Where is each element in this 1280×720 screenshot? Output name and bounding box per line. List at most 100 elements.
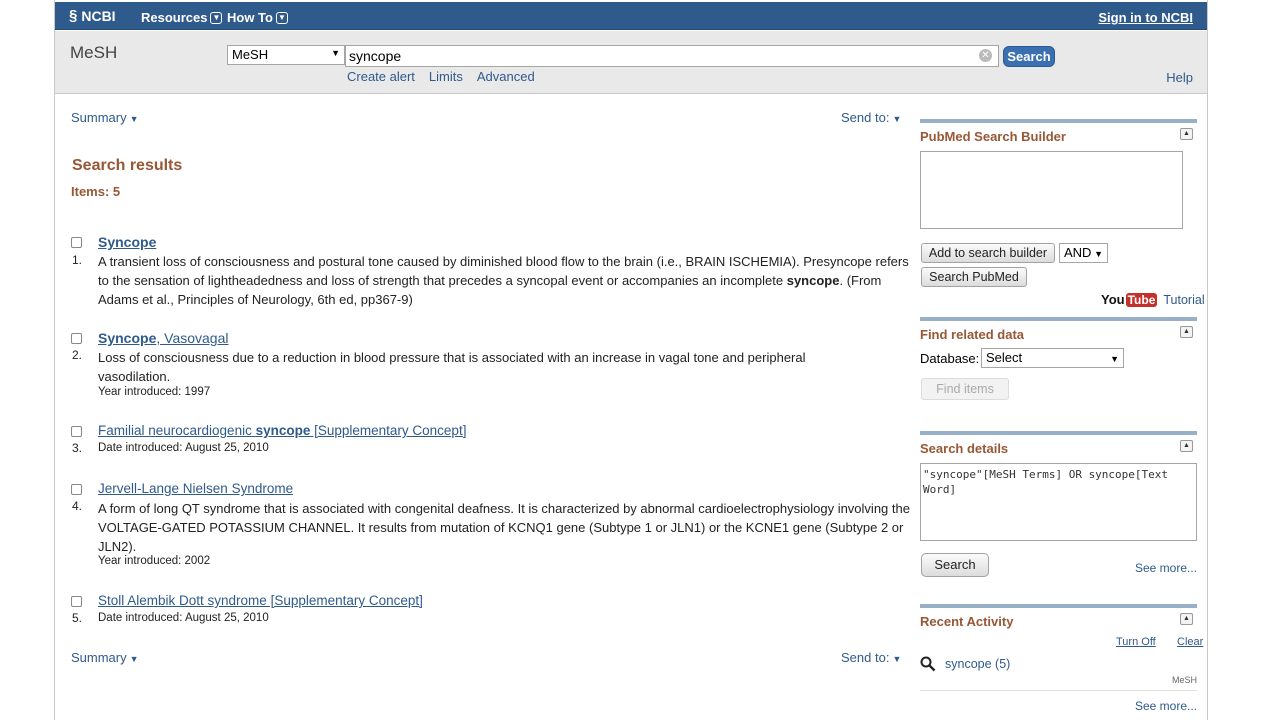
send-to-label: Send to: — [841, 110, 890, 125]
help-link[interactable]: Help — [1166, 70, 1193, 85]
result-number: 1. — [72, 253, 83, 267]
summary-format-menu-bottom[interactable]: Summary ▼ — [71, 650, 139, 665]
details-see-more-link[interactable]: See more... — [1135, 561, 1197, 575]
ncbi-logo-text: NCBI — [81, 7, 116, 24]
result-meta: Year introduced: 1997 — [98, 386, 211, 398]
dropdown-arrow-icon: ▼ — [1110, 354, 1119, 364]
caret-down-icon: ▼ — [892, 654, 902, 664]
activity-divider — [920, 690, 1197, 691]
tutorial-link: Tutorial — [1163, 292, 1205, 307]
panel-divider — [920, 431, 1197, 435]
create-alert-link[interactable]: Create alert — [347, 69, 415, 84]
chevron-down-icon: ▼ — [275, 11, 288, 24]
collapse-icon[interactable]: ▲ — [1180, 440, 1193, 452]
result-number: 2. — [72, 348, 83, 362]
add-to-builder-button[interactable]: Add to search builder — [921, 243, 1055, 263]
search-builder-textarea[interactable] — [920, 151, 1183, 229]
result-description: A transient loss of consciousness and po… — [98, 252, 913, 309]
result-checkbox[interactable] — [71, 484, 82, 495]
advanced-link[interactable]: Advanced — [477, 69, 535, 84]
recent-activity-panel: Recent Activity ▲ Turn Off Clear syncope… — [920, 604, 1203, 720]
resources-label: Resources — [141, 10, 208, 25]
title-text: , Vasovagal — [156, 330, 229, 346]
desc-text: Loss of consciousness due to a reduction… — [98, 350, 806, 384]
title-text: [Supplementary Concept] — [310, 423, 467, 438]
caret-down-icon: ▼ — [129, 654, 139, 664]
details-search-button[interactable]: Search — [921, 553, 989, 577]
database-select[interactable]: MeSH ▼ — [227, 45, 345, 65]
ncbi-logo[interactable]: § NCBI — [69, 7, 116, 24]
result-title-link[interactable]: Familial neurocardiogenic syncope [Suppl… — [98, 423, 466, 438]
search-input[interactable]: syncope ✕ — [345, 45, 999, 67]
result-title-link[interactable]: Jervell-Lange Nielsen Syndrome — [98, 481, 293, 496]
panel-title: PubMed Search Builder — [920, 129, 1066, 144]
clear-link[interactable]: Clear — [1177, 636, 1203, 648]
result-title-link[interactable]: Syncope — [98, 234, 156, 250]
result-title-link[interactable]: Syncope, Vasovagal — [98, 330, 228, 346]
search-builder-panel: PubMed Search Builder ▲ Add to search bu… — [920, 119, 1205, 314]
database-label: Database: — [920, 351, 980, 366]
result-meta: Date introduced: August 25, 2010 — [98, 442, 269, 454]
result-number: 3. — [72, 441, 83, 455]
database-select-value: MeSH — [232, 47, 269, 62]
howto-menu[interactable]: How To ▼ — [227, 10, 288, 25]
database-name: MeSH — [70, 43, 118, 62]
result-title-link[interactable]: Stoll Alembik Dott syndrome [Supplementa… — [98, 593, 423, 608]
result-checkbox[interactable] — [71, 237, 82, 248]
caret-down-icon: ▼ — [129, 114, 139, 124]
result-checkbox[interactable] — [71, 426, 82, 437]
howto-label: How To — [227, 10, 273, 25]
result-description: Loss of consciousness due to a reduction… — [98, 348, 868, 386]
related-database-select[interactable]: Select ▼ — [981, 348, 1124, 368]
result-checkbox[interactable] — [71, 596, 82, 607]
result-checkbox[interactable] — [71, 333, 82, 344]
search-button[interactable]: Search — [1003, 46, 1055, 67]
collapse-icon[interactable]: ▲ — [1180, 613, 1193, 625]
summary-label: Summary — [71, 650, 127, 665]
desc-highlight: syncope — [786, 273, 840, 288]
title-highlight: syncope — [255, 423, 311, 438]
panel-divider — [920, 317, 1197, 321]
result-number: 4. — [72, 499, 83, 513]
title-text: Familial neurocardiogenic — [98, 423, 256, 438]
related-database-value: Select — [986, 350, 1023, 365]
result-number: 5. — [72, 611, 83, 625]
sign-in-link[interactable]: Sign in to NCBI — [1098, 10, 1193, 25]
youtube-tutorial[interactable]: You Tube Tutorial — [1101, 292, 1205, 307]
result-description: A form of long QT syndrome that is assoc… — [98, 501, 910, 554]
summary-format-menu[interactable]: Summary ▼ — [71, 110, 139, 125]
dropdown-arrow-icon: ▼ — [1094, 249, 1103, 259]
operator-select[interactable]: AND ▼ — [1059, 243, 1108, 263]
search-pubmed-button[interactable]: Search PubMed — [921, 267, 1027, 287]
panel-title: Find related data — [920, 327, 1025, 342]
limits-link[interactable]: Limits — [429, 69, 463, 84]
collapse-icon[interactable]: ▲ — [1180, 326, 1193, 338]
collapse-icon[interactable]: ▲ — [1180, 128, 1193, 140]
result-meta: Year introduced: 2002 — [98, 555, 211, 567]
panel-title: Recent Activity — [920, 614, 1014, 629]
caret-down-icon: ▼ — [892, 114, 902, 124]
turn-off-link[interactable]: Turn Off — [1116, 636, 1156, 648]
activity-see-more-link[interactable]: See more... — [1135, 699, 1197, 713]
resources-menu[interactable]: Resources ▼ — [141, 10, 223, 25]
clear-search-icon[interactable]: ✕ — [979, 49, 992, 62]
search-details-textarea[interactable]: "syncope"[MeSH Terms] OR syncope[Text Wo… — [920, 463, 1197, 541]
activity-item[interactable]: syncope (5) — [920, 656, 1010, 672]
send-to-label: Send to: — [841, 650, 890, 665]
chevron-down-icon: ▼ — [210, 11, 223, 24]
dropdown-arrow-icon: ▼ — [331, 48, 340, 58]
youtube-logo: You — [1101, 292, 1125, 307]
find-items-button[interactable]: Find items — [921, 378, 1009, 400]
results-title: Search results — [72, 157, 183, 174]
title-highlight: Syncope — [98, 234, 157, 250]
activity-item-text: syncope (5) — [945, 657, 1011, 671]
results-count: Items: 5 — [71, 184, 121, 199]
result-meta: Date introduced: August 25, 2010 — [98, 612, 269, 624]
title-highlight: Syncope — [98, 330, 157, 346]
dna-icon: § — [69, 7, 78, 24]
search-header: MeSH MeSH ▼ syncope ✕ Search Create aler… — [55, 31, 1207, 94]
page-frame: § NCBI Resources ▼ How To ▼ Sign in to N… — [54, 0, 1208, 720]
send-to-menu[interactable]: Send to: ▼ — [841, 110, 901, 125]
activity-item-db: MeSH — [1171, 675, 1197, 685]
send-to-menu-bottom[interactable]: Send to: ▼ — [841, 650, 901, 665]
